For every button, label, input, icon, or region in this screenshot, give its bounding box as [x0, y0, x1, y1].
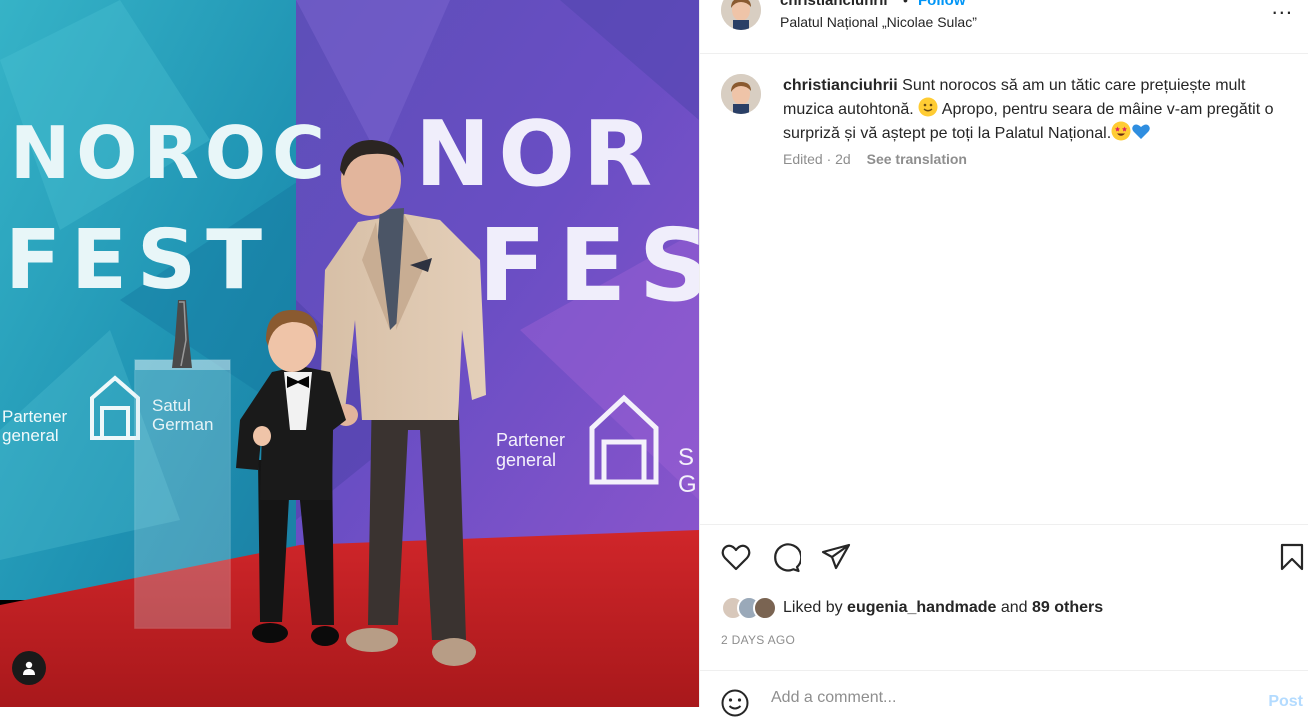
svg-text:NOROC: NOROC	[10, 111, 331, 195]
svg-text:FES: FES	[478, 207, 699, 324]
star-struck-face-icon	[1111, 121, 1131, 141]
post-header: christianciuhrii • Follow Palatul Națion…	[700, 0, 1308, 54]
likes-summary: Liked by eugenia_handmade and 89 others	[721, 595, 1103, 621]
svg-text:FEST: FEST	[5, 213, 272, 308]
post-comment-button[interactable]: Post	[1268, 693, 1303, 711]
liker-avatar[interactable]	[753, 596, 777, 620]
blue-heart-icon	[1131, 121, 1151, 141]
svg-text:G: G	[678, 471, 697, 498]
liker-username-link[interactable]: eugenia_handmade	[847, 599, 996, 617]
caption-avatar[interactable]	[721, 74, 761, 114]
share-icon[interactable]	[821, 543, 851, 571]
post-actions: Liked by eugenia_handmade and 89 others …	[700, 524, 1308, 670]
svg-text:S: S	[678, 444, 694, 471]
edited-timestamp: Edited · 2d	[783, 151, 851, 167]
liked-by-label: Liked by	[783, 599, 843, 616]
more-icon: ...	[1271, 0, 1293, 19]
tagged-users-button[interactable]	[12, 651, 46, 685]
comment-form: Post	[700, 670, 1308, 717]
likes-and-label: and	[1000, 599, 1028, 616]
more-options-button[interactable]: ...	[1272, 0, 1293, 20]
comment-icon[interactable]	[771, 543, 801, 573]
emoji-icon[interactable]	[721, 689, 749, 717]
svg-text:general: general	[496, 450, 556, 470]
location-link[interactable]: Palatul Național „Nicolae Sulac”	[780, 14, 977, 30]
post-date: 2 DAYS AGO	[721, 633, 796, 647]
user-tag-icon	[23, 661, 35, 675]
see-translation-link[interactable]: See translation	[867, 151, 967, 167]
separator-dot: •	[903, 0, 908, 8]
bookmark-icon[interactable]	[1280, 543, 1304, 571]
caption-meta: Edited · 2d See translation	[783, 151, 967, 167]
post-caption: christianciuhrii Sunt norocos să am un t…	[700, 54, 1308, 524]
heart-icon[interactable]	[721, 543, 751, 571]
caption-username[interactable]: christianciuhrii	[783, 77, 898, 94]
post-details-panel: christianciuhrii • Follow Palatul Națion…	[699, 0, 1308, 717]
slightly-smiling-face-icon	[918, 97, 938, 117]
post-media[interactable]: NOROC FEST NOR FES Partener general Satu…	[0, 0, 699, 707]
liker-avatars	[721, 596, 777, 620]
svg-text:Partener: Partener	[2, 407, 68, 426]
svg-text:NOR: NOR	[415, 102, 660, 207]
likes-others-link[interactable]: 89 others	[1032, 599, 1103, 617]
comment-input[interactable]	[771, 689, 1211, 707]
post-photo: NOROC FEST NOR FES Partener general Satu…	[0, 0, 699, 707]
svg-text:general: general	[2, 426, 59, 445]
username-link[interactable]: christianciuhrii	[780, 0, 888, 9]
avatar[interactable]	[721, 0, 761, 30]
follow-button[interactable]: Follow	[918, 0, 966, 9]
svg-text:Partener: Partener	[496, 430, 565, 450]
caption-text: christianciuhrii Sunt norocos să am un t…	[783, 74, 1283, 145]
